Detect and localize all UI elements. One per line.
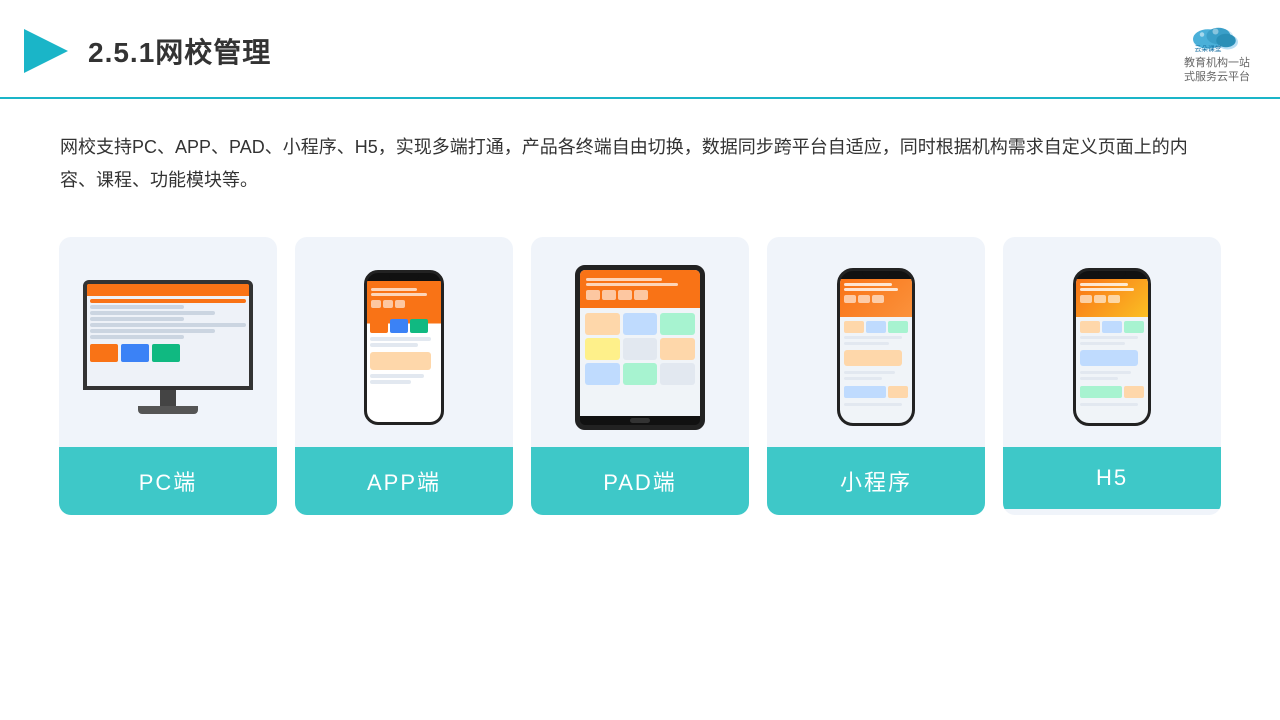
card-app-image (295, 237, 513, 447)
page-header: 2.5.1网校管理 云朵课堂 教育机构一站式服务云平台 (0, 0, 1280, 99)
svg-text:云朵课堂: 云朵课堂 (1195, 44, 1222, 53)
platform-cards: PC端 (0, 217, 1280, 515)
card-miniprogram: 小程序 (767, 237, 985, 515)
description-text: 网校支持PC、APP、PAD、小程序、H5，实现多端打通，产品各终端自由切换，数… (0, 99, 1280, 218)
pc-monitor-icon (83, 280, 253, 414)
phone-h5-icon (1073, 268, 1151, 426)
card-app: APP端 (295, 237, 513, 515)
cloud-logo-icon: 云朵课堂 (1187, 18, 1247, 54)
card-pc-label: PC端 (59, 447, 277, 515)
logo-area: 云朵课堂 教育机构一站式服务云平台 (1184, 18, 1250, 85)
page-title: 2.5.1网校管理 (88, 31, 271, 71)
card-h5-label: H5 (1003, 447, 1221, 509)
card-miniprogram-image (767, 237, 985, 447)
pad-device-icon (575, 265, 705, 430)
card-pad-image (531, 237, 749, 447)
card-pc: PC端 (59, 237, 277, 515)
card-miniprogram-label: 小程序 (767, 447, 985, 515)
card-h5-image (1003, 237, 1221, 447)
phone-app-icon (364, 270, 444, 425)
logo-subtitle: 教育机构一站式服务云平台 (1184, 56, 1250, 85)
card-pc-image (59, 237, 277, 447)
card-pad: PAD端 (531, 237, 749, 515)
card-pad-label: PAD端 (531, 447, 749, 515)
play-icon (20, 25, 72, 77)
phone-miniprogram-icon (837, 268, 915, 426)
card-h5: H5 (1003, 237, 1221, 515)
header-left: 2.5.1网校管理 (20, 25, 271, 77)
card-app-label: APP端 (295, 447, 513, 515)
desc-content: 网校支持PC、APP、PAD、小程序、H5，实现多端打通，产品各终端自由切换，数… (60, 137, 1188, 190)
